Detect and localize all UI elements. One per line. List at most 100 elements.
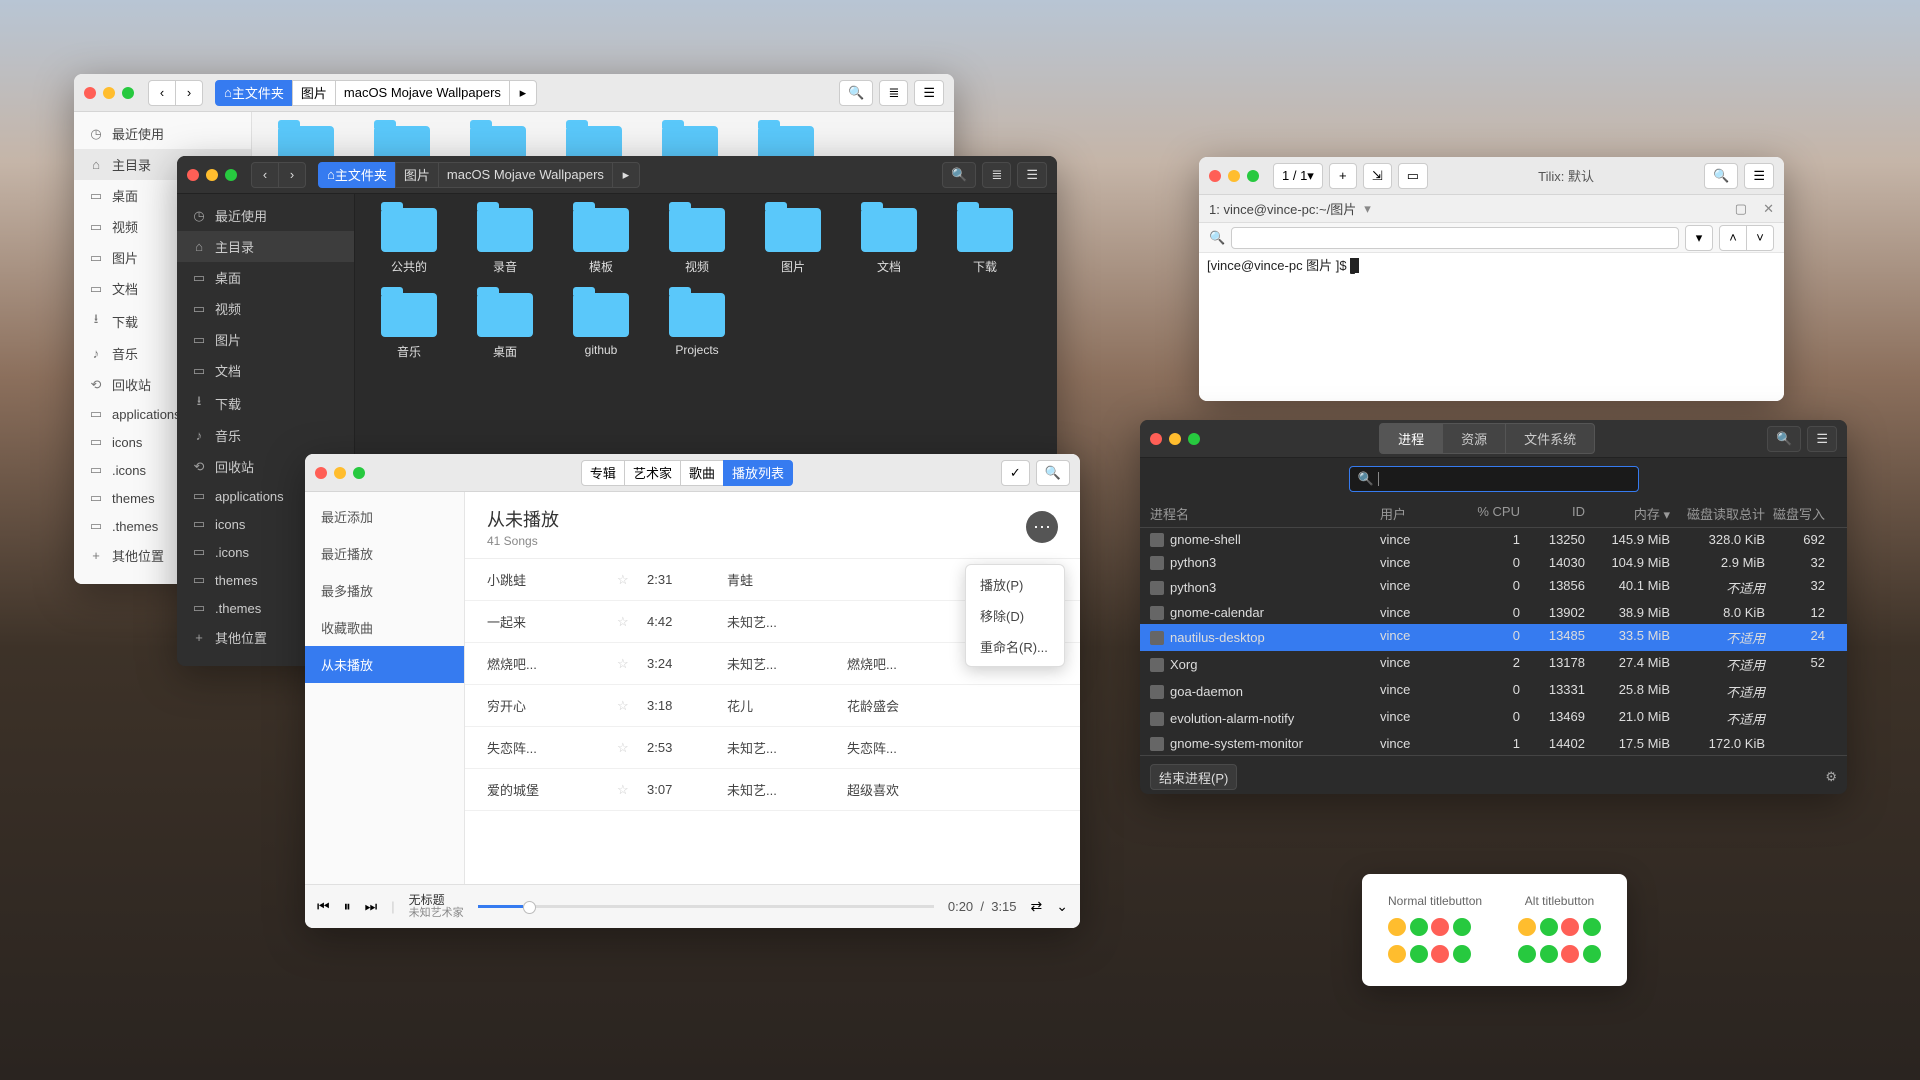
search-input[interactable]	[1231, 227, 1679, 249]
column-header[interactable]: 内存 ▾	[1585, 504, 1670, 523]
sidebar-item[interactable]: ◷最近使用	[177, 200, 354, 231]
sysmon-tab[interactable]: 文件系统	[1505, 423, 1595, 454]
folder-item[interactable]: 桌面	[471, 293, 539, 360]
search-next-button[interactable]: ˅	[1746, 225, 1774, 251]
folder-item[interactable]: 模板	[567, 208, 635, 275]
playlist-item[interactable]: 最近添加	[305, 498, 464, 535]
more-button[interactable]: ⋯	[1026, 511, 1058, 543]
gear-icon[interactable]: ⚙	[1825, 769, 1837, 785]
music-tab[interactable]: 艺术家	[624, 460, 681, 486]
process-row[interactable]: gnome-shellvince113250145.9 MiB328.0 KiB…	[1140, 528, 1847, 551]
track-row[interactable]: 失恋阵...☆2:53未知艺...失恋阵...	[465, 727, 1080, 769]
close-pane-icon[interactable]: ✕	[1763, 201, 1774, 217]
menu-item[interactable]: 移除(D)	[966, 600, 1064, 631]
path-home[interactable]: ⌂ 主文件夹	[215, 80, 293, 106]
star-icon[interactable]: ☆	[617, 698, 647, 714]
folder-item[interactable]: Projects	[663, 293, 731, 360]
search-button[interactable]: 🔍	[839, 80, 873, 106]
minimize-icon[interactable]	[103, 87, 115, 99]
maximize-icon[interactable]	[225, 169, 237, 181]
column-header[interactable]: 进程名	[1150, 504, 1380, 523]
split-down-button[interactable]: ⇲	[1363, 163, 1392, 189]
process-row[interactable]: evolution-alarm-notifyvince01346921.0 Mi…	[1140, 705, 1847, 732]
end-process-button[interactable]: 结束进程(P)	[1150, 764, 1237, 790]
track-row[interactable]: 爱的城堡☆3:07未知艺...超级喜欢	[465, 769, 1080, 811]
folder-item[interactable]: 文档	[855, 208, 923, 275]
maximize-icon[interactable]	[122, 87, 134, 99]
menu-button[interactable]: ☰	[1807, 426, 1837, 452]
star-icon[interactable]: ☆	[617, 572, 647, 588]
minimize-icon[interactable]	[1228, 170, 1240, 182]
maximize-icon[interactable]	[353, 467, 365, 479]
minimize-icon[interactable]	[1169, 433, 1181, 445]
menu-button[interactable]: ☰	[914, 80, 944, 106]
terminal-content[interactable]: [vince@vince-pc 图片 ]$ ▌	[1199, 253, 1784, 401]
search-prev-button[interactable]: ˄	[1719, 225, 1747, 251]
filter-input[interactable]: 🔍	[1349, 466, 1639, 492]
music-tab[interactable]: 播放列表	[723, 460, 793, 486]
path-more-button[interactable]: ▸	[509, 80, 537, 106]
folder-item[interactable]: 图片	[759, 208, 827, 275]
folder-item[interactable]: 下载	[951, 208, 1019, 275]
column-header[interactable]: 磁盘读取总计	[1670, 504, 1765, 523]
folder-item[interactable]: github	[567, 293, 635, 360]
search-button[interactable]: 🔍	[1704, 163, 1738, 189]
sysmon-tab[interactable]: 进程	[1379, 423, 1443, 454]
search-button[interactable]: 🔍	[1767, 426, 1801, 452]
menu-button[interactable]: ☰	[1744, 163, 1774, 189]
sysmon-tab[interactable]: 资源	[1442, 423, 1506, 454]
menu-item[interactable]: 重命名(R)...	[966, 631, 1064, 662]
process-row[interactable]: goa-daemonvince01333125.8 MiB不适用	[1140, 678, 1847, 705]
path-home[interactable]: ⌂ 主文件夹	[318, 162, 396, 188]
forward-button[interactable]: ›	[278, 162, 306, 188]
search-options-button[interactable]: ▾	[1685, 225, 1713, 251]
path-crumb-1[interactable]: 图片	[292, 80, 336, 106]
path-crumb-1[interactable]: 图片	[395, 162, 439, 188]
menu-button[interactable]: ☰	[1017, 162, 1047, 188]
maximize-pane-icon[interactable]: ▢	[1735, 201, 1747, 217]
star-icon[interactable]: ☆	[617, 614, 647, 630]
close-icon[interactable]	[1150, 433, 1162, 445]
folder-item[interactable]: 公共的	[375, 208, 443, 275]
music-tab[interactable]: 专辑	[581, 460, 625, 486]
column-header[interactable]: 磁盘写入	[1765, 504, 1825, 523]
session-counter[interactable]: 1 / 1 ▾	[1273, 163, 1323, 189]
track-row[interactable]: 穷开心☆3:18花儿花龄盛会	[465, 685, 1080, 727]
search-button[interactable]: 🔍	[1036, 460, 1070, 486]
close-icon[interactable]	[84, 87, 96, 99]
process-row[interactable]: nautilus-desktopvince01348533.5 MiB不适用24	[1140, 624, 1847, 651]
back-button[interactable]: ‹	[148, 80, 176, 106]
close-icon[interactable]	[187, 169, 199, 181]
terminal-tab[interactable]: 1: vince@vince-pc:~/图片	[1209, 199, 1356, 218]
close-icon[interactable]	[315, 467, 327, 479]
minimize-icon[interactable]	[334, 467, 346, 479]
menu-item[interactable]: 播放(P)	[966, 569, 1064, 600]
folder-item[interactable]: 录音	[471, 208, 539, 275]
close-icon[interactable]	[1209, 170, 1221, 182]
folder-item[interactable]: 音乐	[375, 293, 443, 360]
sidebar-item[interactable]: ▭图片	[177, 324, 354, 355]
shuffle-button[interactable]: ⇄	[1031, 898, 1043, 915]
prev-button[interactable]: ⏮	[317, 898, 330, 915]
sidebar-item[interactable]: ⌂主目录	[177, 231, 354, 262]
split-right-button[interactable]: ▭	[1398, 163, 1428, 189]
search-button[interactable]: 🔍	[942, 162, 976, 188]
select-button[interactable]: ✓	[1001, 460, 1030, 486]
sidebar-item[interactable]: ◷最近使用	[74, 118, 251, 149]
pause-button[interactable]: ⏸	[344, 898, 351, 915]
sidebar-item[interactable]: ⭳下载	[177, 386, 354, 420]
process-row[interactable]: gnome-system-monitorvince11440217.5 MiB1…	[1140, 732, 1847, 755]
minimize-icon[interactable]	[206, 169, 218, 181]
back-button[interactable]: ‹	[251, 162, 279, 188]
process-row[interactable]: python3vince014030104.9 MiB2.9 MiB32	[1140, 551, 1847, 574]
maximize-icon[interactable]	[1247, 170, 1259, 182]
path-crumb-2[interactable]: macOS Mojave Wallpapers	[438, 162, 613, 188]
music-tab[interactable]: 歌曲	[680, 460, 724, 486]
process-row[interactable]: gnome-calendarvince01390238.9 MiB8.0 KiB…	[1140, 601, 1847, 624]
folder-item[interactable]: 视频	[663, 208, 731, 275]
repeat-button[interactable]: ⌄	[1056, 898, 1068, 915]
star-icon[interactable]: ☆	[617, 656, 647, 672]
view-list-button[interactable]: ≣	[879, 80, 908, 106]
playlist-item[interactable]: 收藏歌曲	[305, 609, 464, 646]
star-icon[interactable]: ☆	[617, 782, 647, 798]
